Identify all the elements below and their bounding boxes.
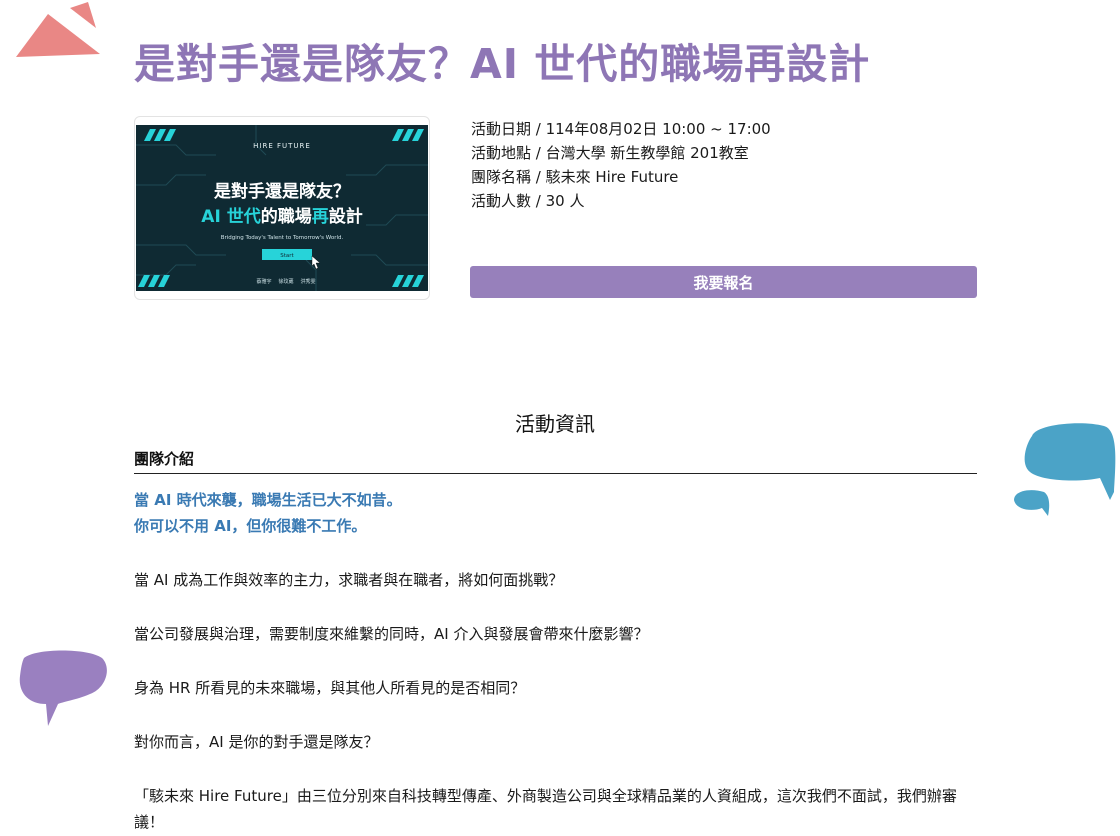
intro-closing: 「駭未來 Hire Future」由三位分別來自科技轉型傳產、外商製造公司與全球… bbox=[134, 787, 957, 831]
intro-highlight-1: 當 AI 時代來襲，職場生活已大不如昔。 bbox=[134, 491, 402, 509]
banner-artwork: HIRE FUTURE 是對手還是隊友？ AI 世代的職場再設計 Bridgin… bbox=[136, 125, 428, 291]
banner-line2: AI 世代的職場再設計 bbox=[201, 206, 362, 227]
event-date: 活動日期 / 114年08月02日 10:00 ~ 17:00 bbox=[471, 120, 771, 138]
register-button[interactable]: 我要報名 bbox=[470, 266, 977, 298]
page-title: 是對手還是隊友？AI 世代的職場再設計 bbox=[134, 40, 871, 88]
intro-highlight-2: 你可以不用 AI，但你很難不工作。 bbox=[134, 517, 367, 535]
svg-text:洪秀雯: 洪秀雯 bbox=[300, 278, 315, 285]
event-banner-image[interactable]: HIRE FUTURE 是對手還是隊友？ AI 世代的職場再設計 Bridgin… bbox=[134, 116, 430, 300]
banner-line1: 是對手還是隊友？ bbox=[214, 181, 350, 202]
intro-question-4: 對你而言，AI 是你的對手還是隊友？ bbox=[134, 733, 379, 751]
banner-brand: HIRE FUTURE bbox=[253, 142, 311, 150]
intro-question-3: 身為 HR 所看見的未來職場，與其他人所看見的是否相同？ bbox=[134, 679, 526, 697]
event-team: 團隊名稱 / 駭未來 Hire Future bbox=[471, 168, 679, 186]
svg-text:Start: Start bbox=[280, 253, 294, 259]
event-location: 活動地點 / 台灣大學 新生教學館 201教室 bbox=[471, 144, 749, 162]
event-details: 活動日期 / 114年08月02日 10:00 ~ 17:00 活動地點 / 台… bbox=[471, 117, 771, 213]
decorative-triangles bbox=[16, 2, 100, 57]
svg-text:徐玟葳: 徐玟葳 bbox=[278, 278, 293, 285]
decorative-speech-bubble-purple bbox=[19, 650, 107, 726]
banner-tagline: Bridging Today's Talent to Tomorrow's Wo… bbox=[221, 235, 344, 241]
svg-text:蔡雅宇: 蔡雅宇 bbox=[256, 278, 271, 285]
team-intro-heading: 團隊介紹 bbox=[134, 448, 977, 474]
event-capacity: 活動人數 / 30 人 bbox=[471, 192, 585, 210]
section-title: 活動資訊 bbox=[515, 412, 595, 436]
intro-question-2: 當公司發展與治理，需要制度來維繫的同時，AI 介入與發展會帶來什麼影響？ bbox=[134, 625, 649, 643]
team-intro-body: 當 AI 時代來襲，職場生活已大不如昔。 你可以不用 AI，但你很難不工作。 當… bbox=[134, 487, 979, 835]
intro-question-1: 當 AI 成為工作與效率的主力，求職者與在職者，將如何面挑戰？ bbox=[134, 571, 564, 589]
